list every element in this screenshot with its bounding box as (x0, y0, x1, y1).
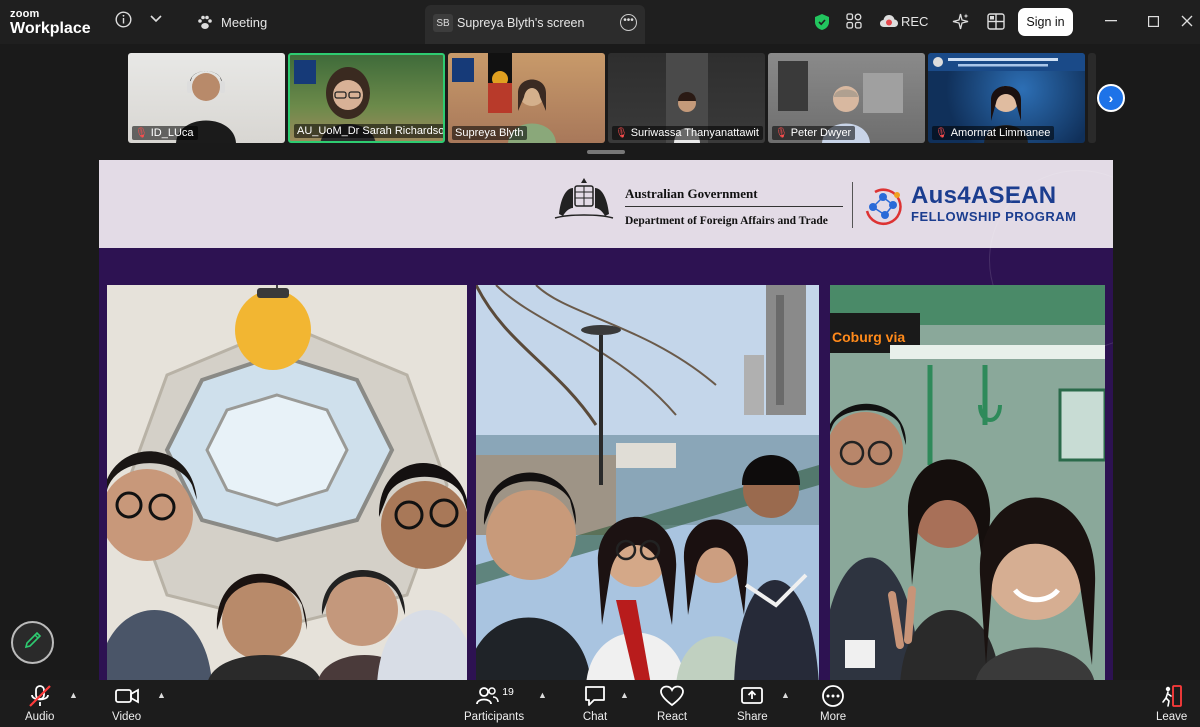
participants-label: Participants (464, 711, 525, 723)
leave-door-icon (1161, 685, 1182, 707)
pencil-icon (23, 630, 43, 655)
share-screen-icon (741, 687, 764, 704)
participant-name-tag: 🎙︎ Peter Dwyer (772, 126, 856, 140)
react-label: React (657, 711, 688, 723)
participants-options-caret[interactable]: ▲ (538, 690, 547, 700)
mic-muted-icon: 🎙︎ (135, 127, 148, 139)
participant-name: Amornrat Limmanee (950, 127, 1051, 139)
header-divider (852, 182, 853, 228)
mic-muted-icon (28, 685, 51, 707)
shared-screen: Australian Government Department of Fore… (99, 160, 1113, 680)
ai-companion-icon[interactable] (950, 11, 970, 31)
screen-share-title: Supreya Blyth's screen (457, 16, 585, 30)
video-button[interactable]: Video (112, 684, 141, 723)
participant-name: Suriwassa Thanyanattawit (630, 127, 759, 139)
share-options-caret[interactable]: ▲ (781, 690, 790, 700)
title-bar: zoom Workplace Meeting SB Supreya Blyth'… (0, 0, 1200, 44)
more-options-icon[interactable]: ••• (620, 14, 637, 31)
leave-label: Leave (1156, 711, 1188, 723)
annotate-button[interactable] (11, 621, 54, 664)
slide-header: Australian Government Department of Fore… (99, 160, 1113, 248)
video-camera-icon (114, 688, 139, 704)
video-options-caret[interactable]: ▲ (157, 690, 166, 700)
strip-resize-handle[interactable] (587, 150, 625, 154)
apps-icon[interactable] (845, 12, 863, 30)
participant-name-tag: AU_UoM_Dr Sarah Richardson (294, 124, 445, 138)
zoom-workplace-logo: zoom Workplace (10, 9, 91, 37)
participant-name-tag: Supreya Blyth (452, 126, 528, 140)
leave-button[interactable]: Leave (1156, 684, 1187, 723)
mic-muted-icon: 🎙︎ (775, 127, 788, 139)
participants-count: 19 (502, 686, 514, 698)
chat-button[interactable]: Chat (582, 684, 608, 723)
participants-button[interactable]: 19 Participants (464, 684, 524, 723)
meeting-controls: Audio ▲ Video ▲ 19 Participants ▲ Chat ▲… (0, 680, 1200, 727)
government-title: Australian Government Department of Fore… (625, 186, 843, 227)
slide-photo-tram: Coburg via (830, 285, 1105, 680)
view-gallery-icon[interactable] (986, 11, 1006, 31)
participant-tile[interactable]: 🎙︎ Suriwassa Thanyanattawit (608, 53, 765, 143)
chat-label: Chat (582, 711, 608, 723)
participant-tile-partial (1088, 53, 1096, 143)
government-line2: Department of Foreign Affairs and Trade (625, 215, 828, 227)
share-button[interactable]: Share (737, 684, 768, 723)
participants-icon (476, 687, 499, 705)
sharer-badge: SB (433, 14, 453, 32)
mic-muted-icon: 🎙︎ (935, 127, 948, 139)
cloud-record-icon (878, 12, 900, 30)
sign-in-button[interactable]: Sign in (1018, 8, 1073, 36)
audio-label: Audio (25, 711, 55, 723)
participant-name: AU_UoM_Dr Sarah Richardson (297, 125, 445, 137)
next-page-button[interactable]: › (1097, 84, 1125, 112)
info-icon[interactable] (114, 10, 132, 28)
aus4asean-logo-icon (861, 183, 907, 234)
more-button[interactable]: More (820, 684, 846, 723)
participant-name: Supreya Blyth (455, 127, 524, 139)
participant-tile[interactable]: 🎙︎ ID_LUca (128, 53, 285, 143)
logo-line1: zoom (10, 8, 40, 20)
more-dots-icon (822, 685, 844, 707)
heart-icon (660, 685, 684, 707)
logo-line2: Workplace (10, 20, 91, 37)
participant-tile-active[interactable]: AU_UoM_Dr Sarah Richardson (288, 53, 445, 143)
react-button[interactable]: React (657, 684, 687, 723)
participant-tile[interactable]: Supreya Blyth (448, 53, 605, 143)
participant-name: ID_LUca (150, 127, 194, 139)
chat-bubble-icon (585, 686, 605, 706)
participant-tile[interactable]: 🎙︎ Peter Dwyer (768, 53, 925, 143)
recording-label[interactable]: REC (901, 14, 928, 29)
chevron-right-icon: › (1108, 90, 1114, 106)
video-label: Video (112, 711, 142, 723)
more-label: More (820, 711, 847, 723)
participant-name-tag: 🎙︎ ID_LUca (132, 126, 198, 140)
maximize-icon[interactable] (1146, 14, 1160, 28)
meeting-label[interactable]: Meeting (221, 15, 267, 30)
mic-muted-icon: 🎙︎ (615, 127, 628, 139)
participant-name-tag: 🎙︎ Amornrat Limmanee (932, 126, 1055, 140)
slide-photo-dome (107, 285, 467, 680)
audio-button[interactable]: Audio (25, 684, 54, 723)
tram-destination-sign: Coburg via (832, 329, 906, 345)
security-shield-icon[interactable] (813, 12, 831, 32)
government-line1: Australian Government (625, 186, 758, 201)
screen-share-tab[interactable]: SB Supreya Blyth's screen ••• (425, 5, 645, 44)
audio-options-caret[interactable]: ▲ (69, 690, 78, 700)
participant-tile[interactable]: 🎙︎ Amornrat Limmanee (928, 53, 1085, 143)
slide-photo-river (476, 285, 819, 680)
paw-icon (196, 14, 214, 30)
minimize-icon[interactable] (1104, 14, 1118, 28)
close-icon[interactable] (1180, 14, 1194, 28)
chat-options-caret[interactable]: ▲ (620, 690, 629, 700)
participant-name: Peter Dwyer (790, 127, 852, 139)
chevron-down-icon[interactable] (148, 11, 164, 27)
share-label: Share (737, 711, 768, 723)
coat-of-arms-icon (549, 174, 619, 227)
participant-name-tag: 🎙︎ Suriwassa Thanyanattawit (612, 126, 763, 140)
